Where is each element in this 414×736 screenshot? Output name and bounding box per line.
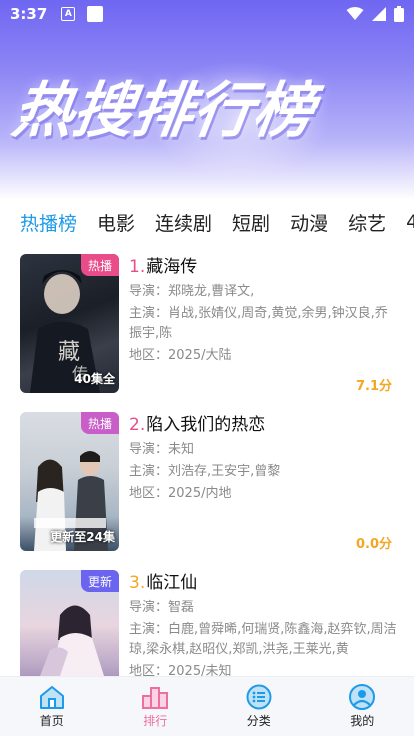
status-badge: 更新 xyxy=(81,570,119,592)
region-text: 地区：2025/大陆 xyxy=(129,348,232,363)
item-title: 陷入我们的热恋 xyxy=(146,415,266,435)
poster-caption: 更新至24集 xyxy=(50,530,115,544)
tab-short-drama[interactable]: 短剧 xyxy=(232,209,270,236)
item-title-row[interactable]: 3.临江仙 xyxy=(129,570,397,596)
item-title-row[interactable]: 1.藏海传 xyxy=(129,254,397,280)
nav-category[interactable]: 分类 xyxy=(207,677,311,736)
status-bar: 3:37 A xyxy=(0,0,414,28)
profile-icon xyxy=(348,684,376,710)
rank-number: 3. xyxy=(129,573,146,593)
rank-number: 1. xyxy=(129,257,146,277)
wifi-icon xyxy=(346,7,364,21)
tab-more[interactable]: 4 xyxy=(406,211,414,233)
nav-label: 首页 xyxy=(39,714,64,728)
battery-icon xyxy=(394,6,404,22)
status-badge: 热播 xyxy=(81,412,119,434)
category-tabs: 热播榜 电影 连续剧 短剧 动漫 综艺 4 xyxy=(0,206,414,238)
hero-banner: 3:37 A 热搜排行榜 xyxy=(0,0,414,200)
tab-hot[interactable]: 热播榜 xyxy=(20,209,77,236)
nav-label: 我的 xyxy=(350,714,375,728)
poster-caption: 40集全 xyxy=(74,372,115,386)
status-time: 3:37 xyxy=(10,5,48,23)
item-title-row[interactable]: 2.陷入我们的热恋 xyxy=(129,412,397,438)
director-text: 导演：未知 xyxy=(129,442,195,457)
nav-home[interactable]: 首页 xyxy=(0,677,104,736)
region-text: 地区：2025/内地 xyxy=(129,486,232,501)
actors-text: 主演：肖战,张婧仪,周奇,黄觉,余男,钟汉良,乔振宇,陈 xyxy=(129,306,388,341)
category-icon xyxy=(245,684,273,710)
notification-a-icon: A xyxy=(61,7,76,21)
rank-number: 2. xyxy=(129,415,146,435)
item-title: 临江仙 xyxy=(146,573,198,593)
nav-label: 排行 xyxy=(143,714,168,728)
poster-image[interactable]: 热播 更新至24集 xyxy=(20,412,119,551)
tab-movies[interactable]: 电影 xyxy=(97,209,135,236)
nav-ranking[interactable]: 排行 xyxy=(104,677,208,736)
tab-variety[interactable]: 综艺 xyxy=(348,209,386,236)
score-text: 0.0分 xyxy=(355,537,392,552)
poster-image[interactable]: 藏 传 热播 40集全 xyxy=(20,254,119,393)
page-title: 热搜排行榜 xyxy=(8,76,319,146)
tab-series[interactable]: 连续剧 xyxy=(155,209,212,236)
status-badge: 热播 xyxy=(81,254,119,276)
home-icon xyxy=(38,684,66,710)
tab-anime[interactable]: 动漫 xyxy=(290,209,328,236)
actors-text: 主演：白鹿,曾舜晞,何瑞贤,陈鑫海,赵弈钦,周洁琼,梁永棋,赵昭仪,郑凯,洪尧,… xyxy=(129,622,397,657)
svg-text:藏: 藏 xyxy=(58,340,80,365)
score-text: 7.1分 xyxy=(355,379,392,394)
notification-square-icon xyxy=(87,6,104,22)
list-item[interactable]: 藏 传 热播 40集全 1.藏海传 导演：郑晓龙,曹译文, 主演：肖战,张婧仪,… xyxy=(0,254,414,394)
list-item[interactable]: 热播 更新至24集 2.陷入我们的热恋 导演：未知 主演：刘浩存,王安宇,曾黎 … xyxy=(0,412,414,552)
actors-text: 主演：刘浩存,王安宇,曾黎 xyxy=(129,464,281,479)
director-text: 导演：智磊 xyxy=(129,600,195,615)
signal-icon xyxy=(372,7,386,21)
bottom-nav: 首页 排行 分类 我的 xyxy=(0,676,414,736)
nav-label: 分类 xyxy=(246,714,271,728)
item-title: 藏海传 xyxy=(146,257,198,277)
nav-profile[interactable]: 我的 xyxy=(311,677,414,736)
director-text: 导演：郑晓龙,曹译文, xyxy=(129,284,255,299)
ranking-icon xyxy=(141,684,169,710)
